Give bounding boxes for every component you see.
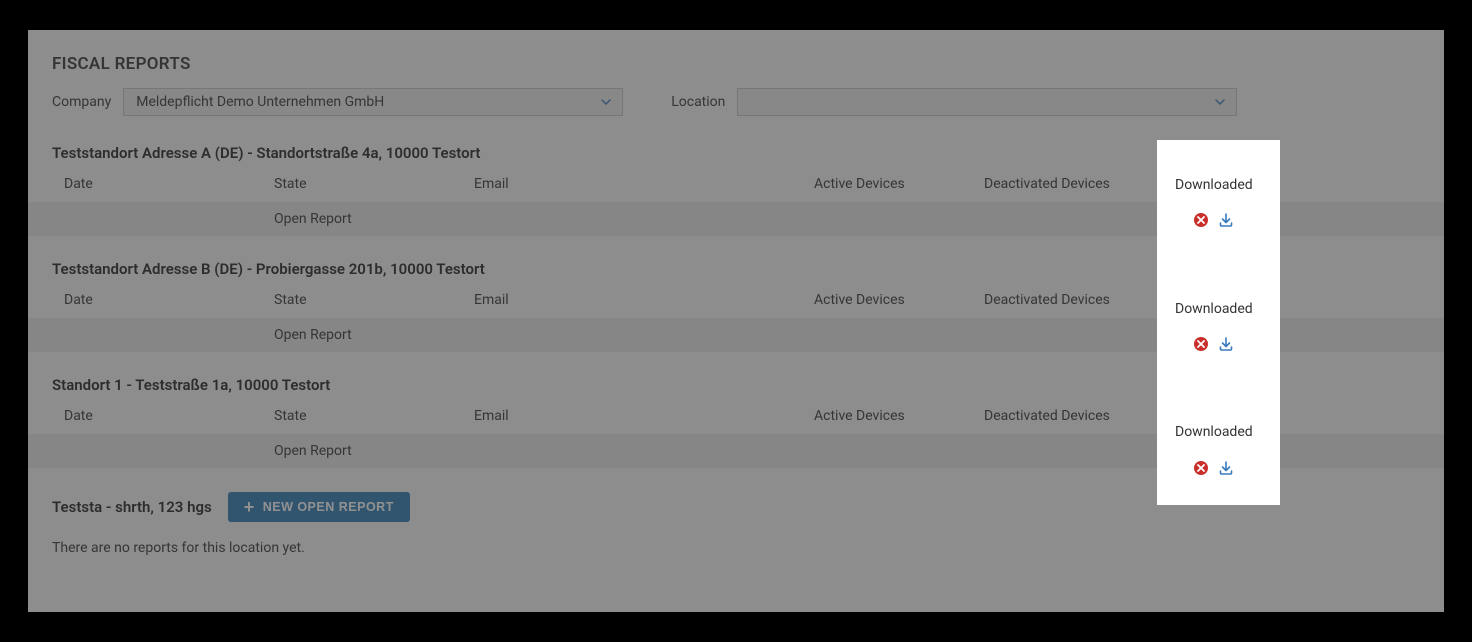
table-row: Open Report: [28, 434, 1444, 468]
location-section-title: Teststa - shrth, 123 hgs: [52, 498, 212, 516]
th-email: Email: [474, 408, 814, 424]
table-row: Open Report: [28, 202, 1444, 236]
filters-row: Company Meldepflicht Demo Unternehmen Gm…: [28, 88, 1444, 116]
cell-state: Open Report: [274, 211, 474, 227]
location-label: Location: [671, 94, 725, 110]
page-container: FISCAL REPORTS Company Meldepflicht Demo…: [28, 30, 1444, 612]
th-state: State: [274, 408, 474, 424]
location-section: Teststandort Adresse A (DE) - Standortst…: [28, 144, 1444, 236]
location-section-title-row: Teststa - shrth, 123 hgs + NEW OPEN REPO…: [28, 492, 1444, 522]
th-email: Email: [474, 176, 814, 192]
location-section-title: Teststandort Adresse B (DE) - Probiergas…: [28, 260, 1444, 278]
table-header-row: Date State Email Active Devices Deactiva…: [28, 172, 1444, 202]
reports-table: Date State Email Active Devices Deactiva…: [28, 172, 1444, 236]
table-header-row: Date State Email Active Devices Deactiva…: [28, 404, 1444, 434]
empty-reports-message: There are no reports for this location y…: [28, 532, 1444, 556]
th-active-devices: Active Devices: [814, 292, 984, 308]
page-title: FISCAL REPORTS: [28, 54, 1444, 74]
chevron-down-icon: [1214, 96, 1226, 108]
table-row: Open Report: [28, 318, 1444, 352]
location-section-empty: Teststa - shrth, 123 hgs + NEW OPEN REPO…: [28, 492, 1444, 556]
cell-state: Open Report: [274, 327, 474, 343]
location-section: Teststandort Adresse B (DE) - Probiergas…: [28, 260, 1444, 352]
location-filter-group: Location: [671, 88, 1237, 116]
location-section-title: Standort 1 - Teststraße 1a, 10000 Testor…: [28, 376, 1444, 394]
new-open-report-label: NEW OPEN REPORT: [263, 500, 394, 514]
company-filter-group: Company Meldepflicht Demo Unternehmen Gm…: [52, 88, 623, 116]
plus-icon: +: [244, 498, 255, 516]
th-state: State: [274, 176, 474, 192]
th-date: Date: [64, 408, 274, 424]
location-select[interactable]: [737, 88, 1237, 116]
th-deactivated-devices: Deactivated Devices: [984, 292, 1164, 308]
location-section-title: Teststandort Adresse A (DE) - Standortst…: [28, 144, 1444, 162]
location-section: Standort 1 - Teststraße 1a, 10000 Testor…: [28, 376, 1444, 468]
th-active-devices: Active Devices: [814, 408, 984, 424]
table-header-row: Date State Email Active Devices Deactiva…: [28, 288, 1444, 318]
reports-table: Date State Email Active Devices Deactiva…: [28, 288, 1444, 352]
th-date: Date: [64, 292, 274, 308]
th-date: Date: [64, 176, 274, 192]
cell-state: Open Report: [274, 443, 474, 459]
th-deactivated-devices: Deactivated Devices: [984, 176, 1164, 192]
company-select[interactable]: Meldepflicht Demo Unternehmen GmbH: [123, 88, 623, 116]
th-email: Email: [474, 292, 814, 308]
th-downloaded: Downloaded: [1164, 408, 1344, 424]
new-open-report-button[interactable]: + NEW OPEN REPORT: [228, 492, 410, 522]
th-downloaded: Downloaded: [1164, 292, 1344, 308]
company-label: Company: [52, 94, 111, 110]
reports-table: Date State Email Active Devices Deactiva…: [28, 404, 1444, 468]
chevron-down-icon: [600, 96, 612, 108]
th-state: State: [274, 292, 474, 308]
th-deactivated-devices: Deactivated Devices: [984, 408, 1164, 424]
th-active-devices: Active Devices: [814, 176, 984, 192]
th-downloaded: Downloaded: [1164, 176, 1344, 192]
company-select-value: Meldepflicht Demo Unternehmen GmbH: [136, 94, 384, 110]
